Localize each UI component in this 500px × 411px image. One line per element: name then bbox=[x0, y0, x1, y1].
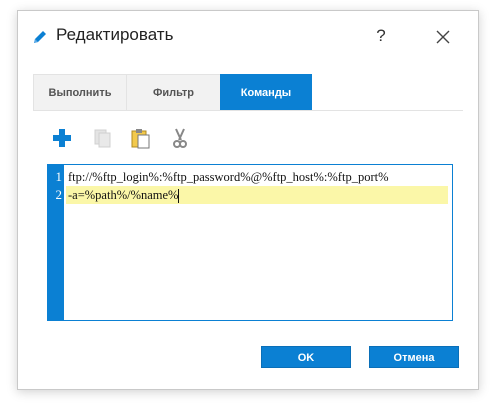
code-line[interactable]: ftp://%ftp_login%:%ftp_password%@%ftp_ho… bbox=[68, 168, 389, 186]
copy-icon[interactable] bbox=[91, 127, 113, 149]
command-editor[interactable]: 1 2 ftp://%ftp_login%:%ftp_password%@%ft… bbox=[47, 164, 453, 321]
tab-execute[interactable]: Выполнить bbox=[33, 74, 127, 110]
paste-icon[interactable] bbox=[129, 127, 151, 149]
edit-dialog: Редактировать ? Выполнить Фильтр Команды bbox=[17, 10, 479, 390]
help-button[interactable]: ? bbox=[370, 23, 392, 49]
text-cursor bbox=[178, 189, 180, 204]
title-bar: Редактировать ? bbox=[18, 11, 478, 63]
code-line-text: -a=%path%/%name% bbox=[68, 188, 179, 202]
close-icon[interactable] bbox=[432, 26, 454, 48]
ok-button[interactable]: OK bbox=[261, 346, 351, 368]
line-number: 1 bbox=[55, 169, 63, 184]
code-line-active[interactable]: -a=%path%/%name% bbox=[66, 186, 448, 204]
add-icon[interactable] bbox=[51, 127, 73, 149]
editor-toolbar bbox=[51, 127, 251, 151]
tab-commands[interactable]: Команды bbox=[220, 74, 312, 110]
line-number-gutter: 1 2 bbox=[48, 165, 64, 320]
cut-icon[interactable] bbox=[169, 127, 191, 149]
line-number: 2 bbox=[55, 187, 63, 202]
cancel-button[interactable]: Отмена bbox=[369, 346, 459, 368]
pencil-icon bbox=[31, 28, 49, 46]
tab-filter[interactable]: Фильтр bbox=[126, 74, 221, 110]
tab-bar: Выполнить Фильтр Команды bbox=[33, 74, 463, 111]
dialog-title: Редактировать bbox=[56, 25, 174, 44]
